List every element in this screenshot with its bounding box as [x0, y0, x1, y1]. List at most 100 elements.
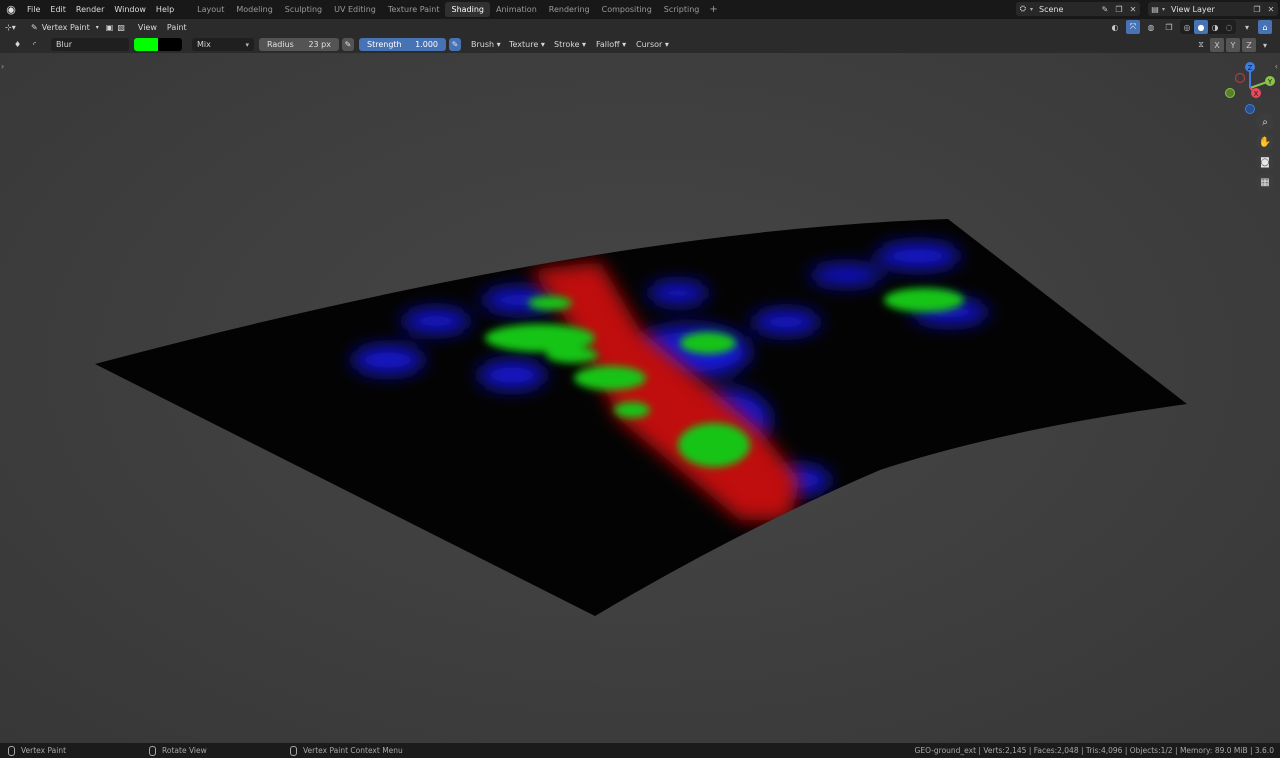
menu-window[interactable]: Window	[109, 0, 151, 19]
secondary-color-swatch[interactable]	[158, 38, 182, 51]
xray-icon[interactable]: ❒	[1162, 20, 1176, 34]
tab-sculpting[interactable]: Sculpting	[279, 2, 328, 17]
radius-pressure-icon[interactable]: ✎	[342, 38, 354, 51]
menu-file[interactable]: File	[22, 0, 45, 19]
workspace-tabs: Layout Modeling Sculpting UV Editing Texture…	[191, 0, 722, 19]
material-shading-icon[interactable]: ◑	[1208, 20, 1222, 34]
brush-mode-icon: ✎	[31, 22, 38, 32]
mirror-x-toggle[interactable]: X	[1210, 38, 1224, 52]
3d-viewport[interactable]: › ‹ Y X Z ⌕ ✋ ◙ ▦	[0, 53, 1280, 743]
chevron-down-icon: ▾	[245, 40, 249, 49]
mouse-right-icon	[290, 745, 297, 756]
navigation-gizmo[interactable]: Y X Z	[1220, 58, 1280, 118]
overlay-icon[interactable]: ◍	[1144, 20, 1158, 34]
pin-icon[interactable]: ✎	[1098, 2, 1112, 16]
zoom-icon[interactable]: ⌕	[1256, 113, 1274, 131]
mode-selector[interactable]: ✎ Vertex Paint ▾	[26, 21, 104, 34]
shading-modes: ◎ ● ◑ ◌	[1180, 20, 1236, 34]
menu-help[interactable]: Help	[151, 0, 179, 19]
radius-label: Radius	[267, 40, 294, 49]
scene-name[interactable]: Scene	[1039, 5, 1063, 14]
menu-render[interactable]: Render	[71, 0, 109, 19]
strength-label: Strength	[367, 40, 402, 49]
wireframe-shading-icon[interactable]: ◎	[1180, 20, 1194, 34]
editor-type-icon[interactable]: ⊹▾	[0, 21, 26, 34]
tab-modeling[interactable]: Modeling	[230, 2, 278, 17]
x-axis-label: X	[1254, 90, 1259, 98]
blend-mode-dropdown[interactable]: Mix ▾	[192, 38, 254, 51]
brush-name: Blur	[56, 40, 73, 49]
scene-icon: ⛭	[1019, 4, 1027, 13]
tab-layout[interactable]: Layout	[191, 2, 230, 17]
face-mask-icon[interactable]: ▣	[104, 21, 116, 34]
rendered-shading-icon[interactable]: ◌	[1222, 20, 1236, 34]
menu-edit[interactable]: Edit	[45, 0, 71, 19]
radius-value: 23 px	[308, 40, 331, 49]
add-workspace-button[interactable]: +	[705, 4, 721, 15]
view-layer-name[interactable]: View Layer	[1171, 5, 1215, 14]
stroke-popover[interactable]: Stroke ▾	[550, 38, 590, 51]
top-menu-bar: ◉ File Edit Render Window Help Layout Modelin…	[0, 0, 1280, 19]
visibility-icon[interactable]: ◐	[1108, 20, 1122, 34]
view-layer-icon: ▤	[1151, 4, 1159, 14]
scene-selector[interactable]: ⛭ ▾ Scene ✎ ❐ ✕	[1016, 2, 1140, 16]
tab-compositing[interactable]: Compositing	[596, 2, 658, 17]
view-menu[interactable]: View	[133, 21, 162, 34]
mirror-z-toggle[interactable]: Z	[1242, 38, 1256, 52]
cursor-popover[interactable]: Cursor ▾	[632, 38, 673, 51]
radius-slider[interactable]: Radius 23 px	[259, 38, 339, 51]
mouse-middle-icon	[149, 745, 156, 756]
neg-z-axis-handle[interactable]	[1245, 104, 1255, 114]
brush-name-field[interactable]: Blur	[51, 38, 129, 51]
neg-x-axis-handle[interactable]	[1234, 72, 1246, 84]
strength-pressure-icon[interactable]: ✎	[449, 38, 461, 51]
status-left-click: Vertex Paint	[8, 743, 66, 758]
neg-y-axis-handle[interactable]	[1225, 88, 1235, 98]
status-middle-click: Rotate View	[149, 743, 207, 758]
mirror-axes: ⧖ X Y Z ▾	[1194, 38, 1272, 52]
viewport-display-controls: ◐ ⤧ ◍ ❒ ◎ ● ◑ ◌ ▾ ⌂	[1108, 20, 1272, 34]
tab-animation[interactable]: Animation	[490, 2, 543, 17]
tab-rendering[interactable]: Rendering	[543, 2, 596, 17]
status-right-click: Vertex Paint Context Menu	[290, 743, 403, 758]
blender-logo-icon[interactable]: ◉	[0, 0, 22, 19]
tab-uv-editing[interactable]: UV Editing	[328, 2, 382, 17]
blend-mode-label: Mix	[197, 40, 211, 49]
vertex-mask-icon[interactable]: ▧	[115, 21, 127, 34]
brush-popover[interactable]: Brush ▾	[467, 38, 505, 51]
mode-label: Vertex Paint	[41, 22, 90, 32]
painted-ground-mesh[interactable]	[0, 53, 1280, 743]
sidebar-toggle-icon[interactable]: ⌂	[1258, 20, 1272, 34]
paint-menu[interactable]: Paint	[162, 21, 192, 34]
new-scene-icon[interactable]: ❐	[1112, 2, 1126, 16]
status-middle-action: Rotate View	[162, 746, 207, 755]
mouse-left-icon	[8, 745, 15, 756]
brush-preview-icon[interactable]: ◜	[33, 38, 36, 51]
mirror-icon: ⧖	[1198, 40, 1204, 49]
tab-shading[interactable]: Shading	[445, 2, 490, 17]
gizmo-toggle-icon[interactable]: ⤧	[1126, 20, 1140, 34]
falloff-popover[interactable]: Falloff ▾	[592, 38, 630, 51]
strength-slider[interactable]: Strength 1.000	[359, 38, 446, 51]
texture-popover[interactable]: Texture ▾	[505, 38, 549, 51]
status-left-action: Vertex Paint	[21, 746, 67, 755]
close-icon[interactable]: ✕	[1264, 2, 1278, 16]
tab-scripting[interactable]: Scripting	[658, 2, 706, 17]
viewport-header: ⊹▾ ✎ Vertex Paint ▾ ▣ ▧ View Paint ◐ ⤧ ◍…	[0, 19, 1280, 35]
primary-color-swatch[interactable]	[134, 38, 158, 51]
close-icon[interactable]: ✕	[1126, 2, 1140, 16]
pan-hand-icon[interactable]: ✋	[1256, 133, 1274, 151]
camera-view-icon[interactable]: ◙	[1256, 153, 1274, 171]
chevron-down-icon[interactable]: ▾	[1258, 38, 1272, 52]
brush-tool-icon[interactable]: ♦	[9, 38, 26, 51]
new-layer-icon[interactable]: ❐	[1250, 2, 1264, 16]
tab-texture-paint[interactable]: Texture Paint	[382, 2, 446, 17]
shading-options-icon[interactable]: ▾	[1240, 20, 1254, 34]
status-bar: Vertex Paint Rotate View Vertex Paint Co…	[0, 743, 1280, 758]
perspective-grid-icon[interactable]: ▦	[1256, 173, 1274, 191]
mirror-y-toggle[interactable]: Y	[1226, 38, 1240, 52]
solid-shading-icon[interactable]: ●	[1194, 20, 1208, 34]
view-layer-selector[interactable]: ▤ ▾ View Layer ❐ ✕	[1148, 2, 1278, 16]
y-axis-label: Y	[1267, 78, 1273, 86]
z-axis-label: Z	[1248, 64, 1253, 72]
